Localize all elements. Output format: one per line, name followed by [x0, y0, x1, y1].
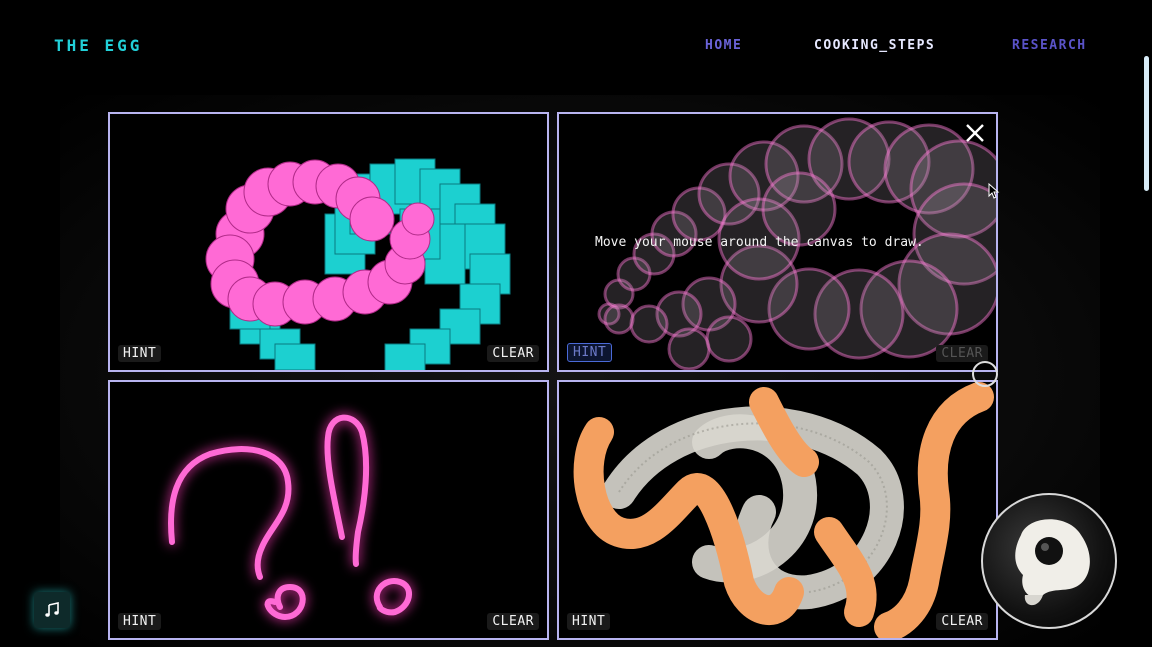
egg-icon	[1015, 519, 1090, 606]
drawing-canvas-4[interactable]: HINT CLEAR	[557, 380, 998, 640]
clear-button[interactable]: CLEAR	[936, 345, 988, 362]
drawing-canvas-2[interactable]: Move your mouse around the canvas to dra…	[557, 112, 998, 372]
clear-button[interactable]: CLEAR	[487, 613, 539, 630]
canvas-drawing	[205, 158, 511, 370]
mouse-cursor-icon	[988, 183, 1000, 199]
clear-button[interactable]: CLEAR	[487, 345, 539, 362]
brand-logo[interactable]: THE EGG	[54, 36, 142, 55]
brush-ring-cursor	[972, 361, 998, 387]
nav-research[interactable]: RESEARCH	[1012, 38, 1087, 53]
hint-button[interactable]: HINT	[118, 613, 162, 630]
hint-button[interactable]: HINT	[567, 613, 611, 630]
instruction-message: Move your mouse around the canvas to dra…	[595, 235, 924, 250]
scrollbar[interactable]	[1144, 56, 1149, 191]
egg-orb-button[interactable]	[981, 493, 1117, 629]
music-note-icon	[45, 602, 59, 617]
hint-button[interactable]: HINT	[567, 343, 613, 362]
nav-home[interactable]: HOME	[705, 38, 742, 53]
canvas-drawing	[168, 414, 412, 620]
clear-button[interactable]: CLEAR	[936, 613, 988, 630]
drawing-canvas-3[interactable]: HINT CLEAR	[108, 380, 549, 640]
close-icon[interactable]	[964, 122, 986, 144]
nav-cooking-steps[interactable]: COOKING_STEPS	[814, 38, 935, 53]
canvas-drawing	[573, 382, 994, 638]
hint-button[interactable]: HINT	[118, 345, 162, 362]
music-toggle-button[interactable]	[34, 592, 70, 628]
drawing-canvas-1[interactable]: HINT CLEAR	[108, 112, 549, 372]
